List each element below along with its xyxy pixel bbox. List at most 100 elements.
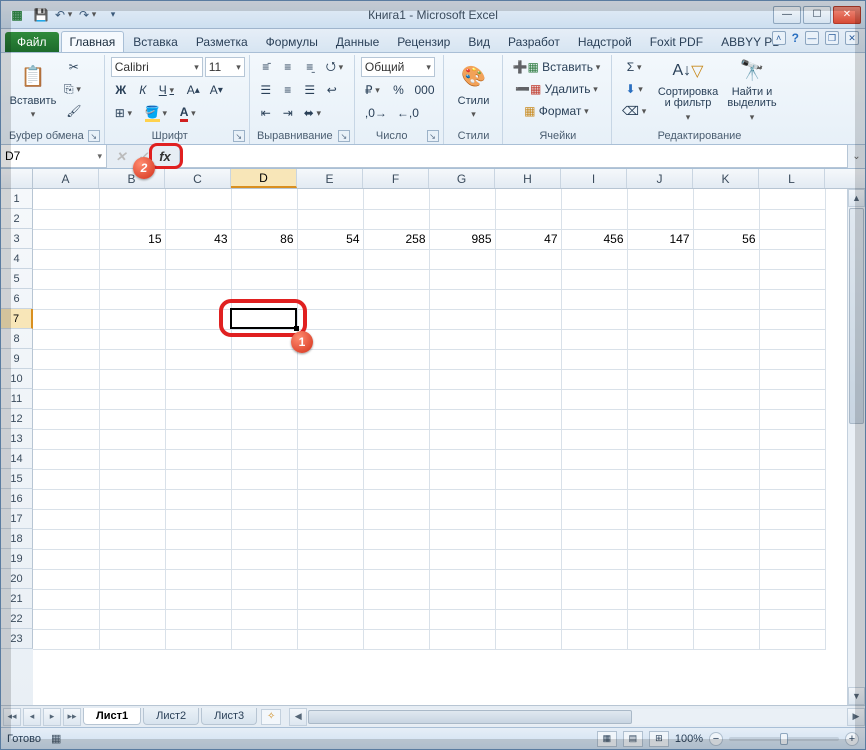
bold-button[interactable]: Ж [111,80,131,100]
view-normal-button[interactable]: ▦ [597,731,617,747]
sheet-tab-2[interactable]: Лист2 [143,708,199,725]
insert-function-button[interactable]: fx 2 [155,147,175,167]
number-format-combo[interactable]: Общий▾ [361,57,435,77]
hscroll-thumb[interactable] [308,710,632,724]
save-icon[interactable]: 💾 [31,5,51,25]
font-size-combo[interactable]: 11▾ [205,57,245,77]
autosum-button[interactable]: Σ▾ [618,57,653,77]
fill-handle[interactable] [294,326,299,331]
row-header-11[interactable]: 11 [1,389,33,409]
workbook-minimize-icon[interactable]: — [805,31,819,45]
grow-font-button[interactable]: A▴ [183,80,204,100]
align-right-button[interactable]: ☰ [300,80,320,100]
insert-cells-button[interactable]: ➕▦ Вставить▾ [509,57,608,77]
minimize-button[interactable]: — [773,6,801,24]
clear-button[interactable]: ⌫▾ [618,101,653,121]
scroll-left-button[interactable]: ◀ [289,708,307,726]
vscroll-thumb[interactable] [849,208,864,424]
row-header-16[interactable]: 16 [1,489,33,509]
delete-cells-button[interactable]: ➖▦ Удалить▾ [509,79,608,99]
tab-home[interactable]: Главная [61,31,125,52]
row-header-10[interactable]: 10 [1,369,33,389]
copy-button[interactable]: ⎘▾ [60,79,88,99]
increase-decimal-button[interactable]: ,0→ [361,103,391,123]
col-header-L[interactable]: L [759,169,825,188]
fill-button[interactable]: ⬇▾ [618,79,653,99]
format-painter-button[interactable]: 🖌 [60,101,88,121]
row-header-21[interactable]: 21 [1,589,33,609]
sheet-nav-last[interactable]: ▸▸ [63,708,81,726]
styles-button[interactable]: 🎨 Стили ▾ [450,57,498,123]
row-header-20[interactable]: 20 [1,569,33,589]
minimize-ribbon-icon[interactable]: ˄ [772,31,786,45]
tab-addins[interactable]: Надстрой [569,31,641,52]
wrap-text-button[interactable]: ↩ [322,80,342,100]
name-box[interactable]: D7 ▾ [1,145,107,168]
shrink-font-button[interactable]: A▾ [206,80,227,100]
paste-button[interactable]: 📋 Вставить ▾ [9,57,57,123]
zoom-knob[interactable] [780,733,788,745]
macro-record-icon[interactable]: ▦ [51,732,61,745]
tab-layout[interactable]: Разметка [187,31,257,52]
row-header-13[interactable]: 13 [1,429,33,449]
underline-button[interactable]: Ч▾ [155,80,181,100]
qat-customize-icon[interactable]: ▾ [103,5,123,25]
col-header-F[interactable]: F [363,169,429,188]
row-header-3[interactable]: 3 [1,229,33,249]
tab-data[interactable]: Данные [327,31,388,52]
cancel-formula-button[interactable]: ✕ [111,147,131,167]
col-header-B[interactable]: B [99,169,165,188]
currency-button[interactable]: ₽▾ [361,80,387,100]
horizontal-scrollbar[interactable]: ◀ ▶ [289,708,865,726]
fill-color-button[interactable]: 🪣▾ [141,103,174,123]
clipboard-launcher-icon[interactable]: ↘ [88,130,100,142]
decrease-indent-button[interactable]: ⇤ [256,103,276,123]
align-top-button[interactable]: ≡̄ [256,57,276,77]
col-header-D[interactable]: D [231,169,297,188]
row-header-18[interactable]: 18 [1,529,33,549]
font-family-combo[interactable]: Calibri▾ [111,57,203,77]
sheet-tab-1[interactable]: Лист1 [83,708,141,725]
row-header-14[interactable]: 14 [1,449,33,469]
align-bottom-button[interactable]: ≡̱ [300,57,320,77]
enter-formula-button[interactable]: ✓ [133,147,153,167]
sheet-nav-prev[interactable]: ◂ [23,708,41,726]
row-header-2[interactable]: 2 [1,209,33,229]
row-header-12[interactable]: 12 [1,409,33,429]
row-header-7[interactable]: 7 [1,309,33,329]
excel-app-icon[interactable]: ▦ [7,5,27,25]
row-header-9[interactable]: 9 [1,349,33,369]
col-header-K[interactable]: K [693,169,759,188]
formula-input[interactable] [179,145,847,168]
row-header-17[interactable]: 17 [1,509,33,529]
sheet-tab-3[interactable]: Лист3 [201,708,257,725]
borders-button[interactable]: ⊞▾ [111,103,139,123]
font-launcher-icon[interactable]: ↘ [233,130,245,142]
col-header-J[interactable]: J [627,169,693,188]
col-header-I[interactable]: I [561,169,627,188]
tab-review[interactable]: Рецензир [388,31,459,52]
orientation-button[interactable]: ⭯▾ [322,57,350,77]
scroll-down-button[interactable]: ▼ [848,687,865,705]
align-left-button[interactable]: ☰ [256,80,276,100]
italic-button[interactable]: К [133,80,153,100]
decrease-decimal-button[interactable]: ←,0 [393,103,423,123]
merge-button[interactable]: ⬌▾ [300,103,328,123]
alignment-launcher-icon[interactable]: ↘ [338,130,350,142]
maximize-button[interactable]: ☐ [803,6,831,24]
help-icon[interactable]: ? [792,31,799,45]
align-center-button[interactable]: ≡ [278,80,298,100]
sheet-nav-next[interactable]: ▸ [43,708,61,726]
zoom-in-button[interactable]: + [845,732,859,746]
tab-foxit[interactable]: Foxit PDF [641,31,712,52]
row-header-8[interactable]: 8 [1,329,33,349]
close-button[interactable]: ✕ [833,6,861,24]
format-cells-button[interactable]: ▦ Формат▾ [509,101,608,121]
comma-button[interactable]: 000 [411,80,439,100]
sheet-nav-first[interactable]: ◂◂ [3,708,21,726]
workbook-close-icon[interactable]: ✕ [845,31,859,45]
workbook-restore-icon[interactable]: ❐ [825,31,839,45]
zoom-level[interactable]: 100% [675,733,703,745]
font-color-button[interactable]: A▾ [176,103,203,123]
tab-file[interactable]: Файл [5,32,59,52]
